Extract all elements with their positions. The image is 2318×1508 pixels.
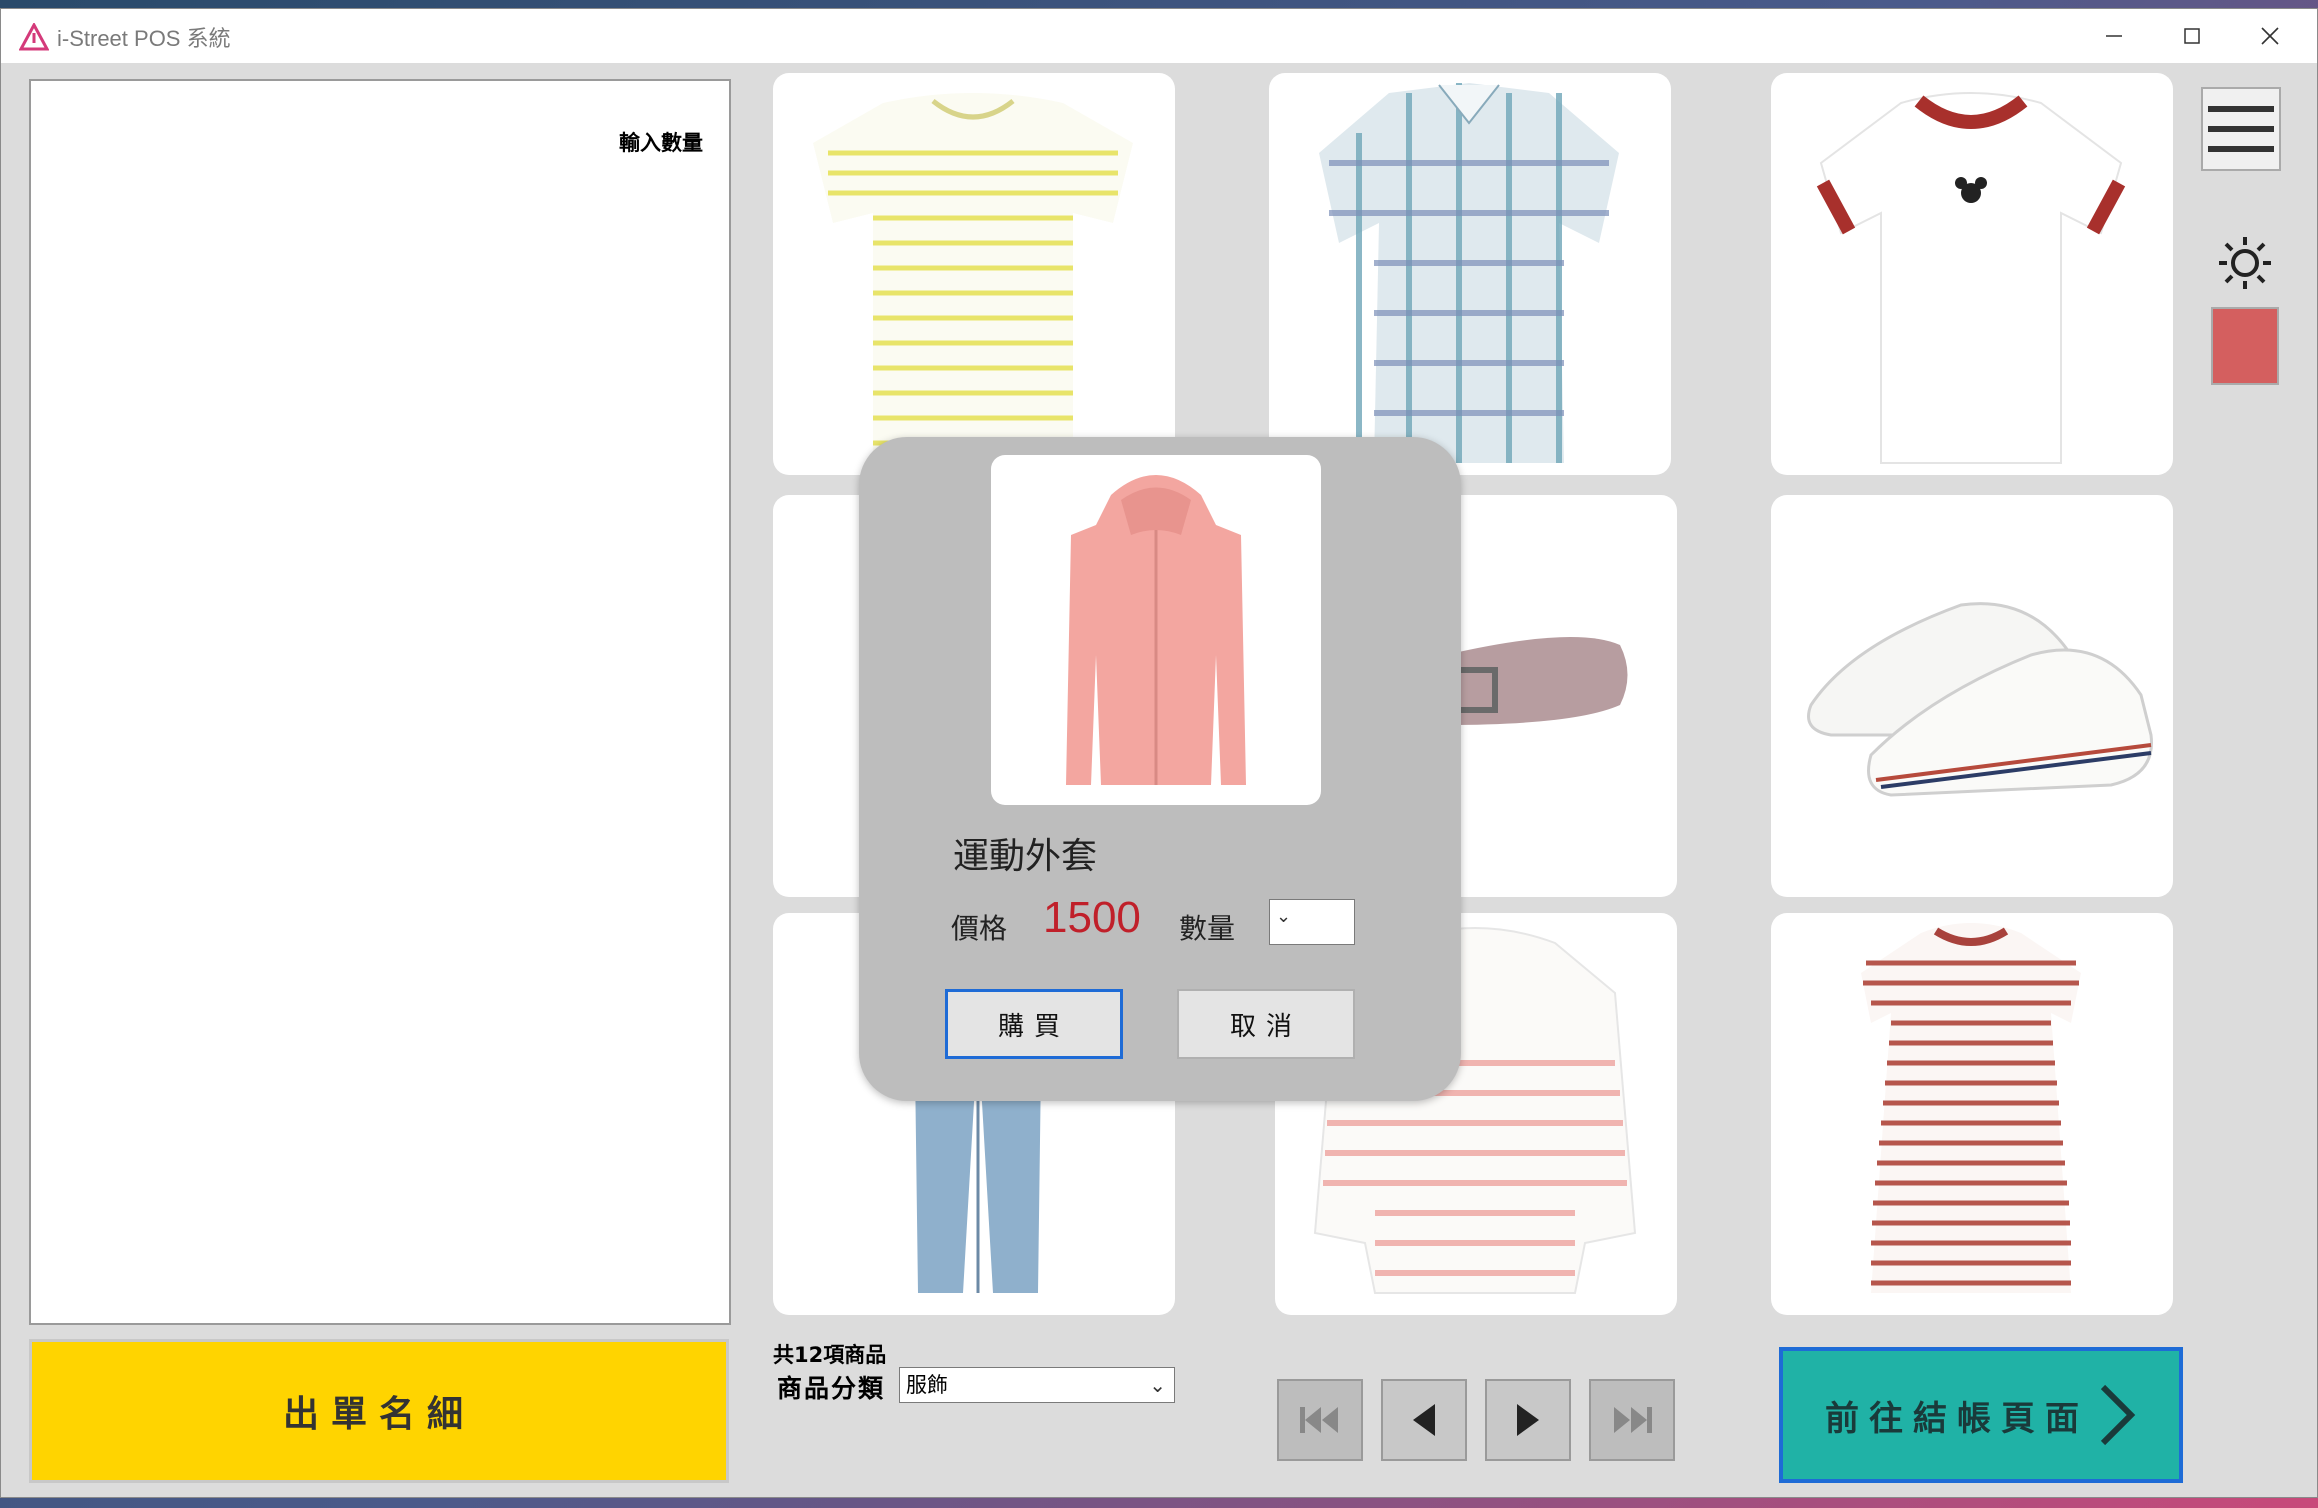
prev-page-icon [1413, 1404, 1435, 1436]
product-card-sneakers[interactable] [1771, 495, 2173, 897]
product-card-ringer-tshirt[interactable] [1771, 73, 2173, 475]
pink-jacket-image [1066, 475, 1246, 785]
window-title: i-Street POS 系統 [57, 26, 231, 51]
product-card-yellow-tshirt[interactable] [773, 73, 1175, 475]
hamburger-line [2208, 126, 2274, 132]
hamburger-menu-icon [2208, 106, 2274, 112]
next-page-icon [1517, 1404, 1539, 1436]
menu-button[interactable] [2201, 87, 2281, 171]
maximize-button[interactable] [2153, 9, 2231, 63]
title-bar[interactable]: i-Street POS 系統 [1, 9, 2317, 63]
purchase-dialog: 運動外套 價格 1500 數量 ⌄ 購買 取消 [859, 437, 1461, 1101]
chevron-right-icon [2100, 1384, 2136, 1446]
first-page-button[interactable] [1277, 1379, 1363, 1461]
total-product-count: 共12項商品 [773, 1343, 887, 1367]
category-label: 商品分類 [777, 1374, 886, 1403]
maximize-icon [2184, 28, 2200, 44]
minimize-button[interactable] [2075, 9, 2153, 63]
quantity-label: 數量 [1179, 912, 1236, 945]
pos-window: i-Street POS 系統 輸入數量 出單名細 共12項商品 商品分類 服飾… [0, 8, 2318, 1498]
product-name: 運動外套 [953, 836, 1098, 877]
warning-triangle-icon [19, 23, 49, 51]
buy-button[interactable]: 購買 [945, 989, 1123, 1059]
product-card-dress[interactable] [1771, 913, 2173, 1315]
dress-image [1861, 923, 2081, 1293]
close-icon [2261, 27, 2279, 45]
cancel-button[interactable]: 取消 [1177, 989, 1355, 1059]
category-select[interactable]: 服飾 ⌄ [899, 1367, 1175, 1403]
next-page-button[interactable] [1485, 1379, 1571, 1461]
theme-color-swatch[interactable] [2211, 307, 2279, 385]
plaid-shirt-image [1319, 83, 1619, 463]
chevron-down-icon: ⌄ [1276, 906, 1292, 927]
category-value: 服飾 [906, 1373, 948, 1397]
last-page-icon [1614, 1407, 1652, 1433]
last-page-button[interactable] [1589, 1379, 1675, 1461]
product-card-plaid-shirt[interactable] [1269, 73, 1671, 475]
brightness-icon[interactable] [2217, 235, 2273, 291]
chevron-down-icon: ⌄ [1149, 1373, 1166, 1397]
price-value: 1500 [1043, 893, 1141, 942]
price-label: 價格 [951, 912, 1008, 945]
product-image [991, 455, 1321, 805]
order-list-panel[interactable]: 輸入數量 [29, 79, 731, 1325]
order-details-button[interactable]: 出單名細 [29, 1339, 729, 1483]
quantity-select[interactable]: ⌄ [1269, 899, 1355, 945]
ringer-tshirt-image [1816, 92, 2126, 464]
hamburger-line [2208, 146, 2274, 152]
checkout-button[interactable]: 前往結帳頁面 [1779, 1347, 2183, 1483]
checkout-label: 前往結帳頁面 [1825, 1398, 2089, 1439]
sneakers-image [1807, 602, 2153, 797]
close-button[interactable] [2231, 9, 2309, 63]
minimize-icon [2106, 35, 2122, 37]
qty-column-header: 輸入數量 [619, 131, 703, 155]
yellow-striped-tshirt-image [813, 93, 1133, 453]
prev-page-button[interactable] [1381, 1379, 1467, 1461]
first-page-icon [1300, 1407, 1338, 1433]
